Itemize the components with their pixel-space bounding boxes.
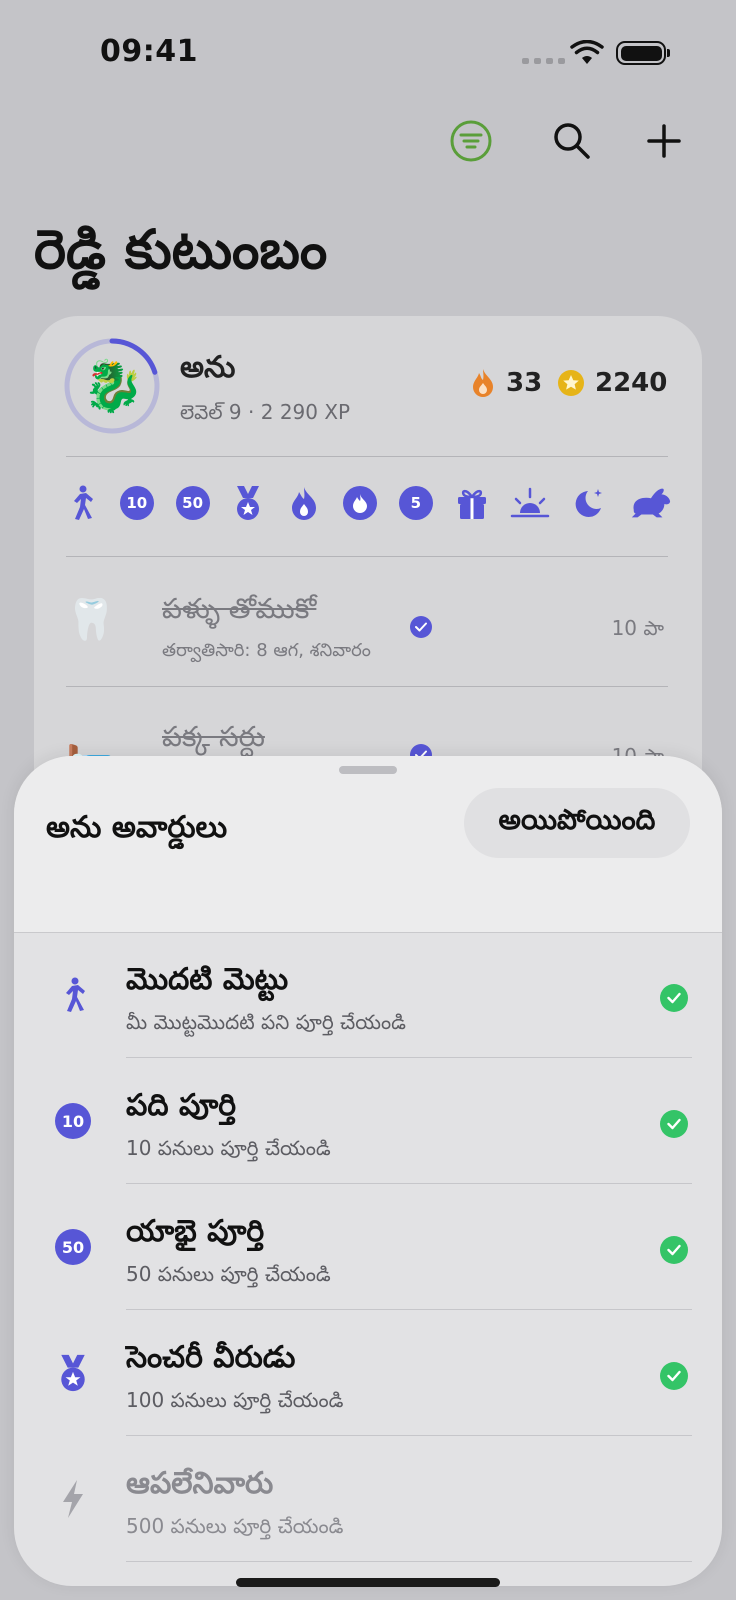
filter-icon [450,120,492,162]
avatar: 🐉 [82,357,145,415]
battery-icon [616,41,670,65]
award-description: 50 పనులు పూర్తి చేయండి [126,1262,331,1286]
sheet-grabber[interactable] [339,766,397,774]
member-name: అను [180,350,236,385]
earned-check-icon [660,1362,688,1390]
sheet-header: అను అవార్డులు అయిపోయింది [14,756,722,933]
status-time: 09:41 [100,34,198,69]
badge-10: 10 [119,486,154,520]
flame-icon [287,486,321,520]
award-name: పది పూర్తి [126,1088,237,1123]
awards-sheet: అను అవార్డులు అయిపోయింది మొదటి మెట్టు మీ… [14,756,722,1586]
sunrise-icon [510,486,550,520]
chore-points: 10 పా [611,616,664,640]
plus-icon [647,124,681,158]
walk-icon [52,974,94,1016]
earned-check-icon [660,984,688,1012]
row-separator [126,1561,692,1562]
badge-50: 50 [175,486,210,520]
earned-check-icon [660,1236,688,1264]
award-row: ఆపలేనివారు 500 పనులు పూర్తి చేయండి [14,1436,722,1562]
done-button[interactable]: అయిపోయింది [464,788,690,858]
medal-icon [52,1352,94,1394]
award-name: మొదటి మెట్టు [126,962,289,997]
bolt-icon [52,1478,94,1520]
award-row: మొదటి మెట్టు మీ మొట్టమొదటి పని పూర్తి చే… [14,932,722,1058]
earned-check-icon [660,1110,688,1138]
badge-10-icon: 10 [52,1100,94,1142]
home-indicator[interactable] [236,1578,500,1587]
award-badge-number: 10 [55,1103,91,1139]
chore-done-check[interactable] [410,616,432,638]
chore-next-date: తర్వాతిసారి: 8 ఆగ, శనివారం [162,640,371,661]
award-name: ఆపలేనివారు [126,1466,274,1501]
chore-emoji: 🦷 [66,597,116,643]
search-button[interactable] [542,111,602,171]
wifi-icon [570,40,604,64]
award-row: సెంచరీ వీరుడు 100 పనులు పూర్తి చేయండి [14,1310,722,1436]
streak-count: 33 [506,368,543,398]
gift-icon [455,486,489,520]
cellular-icon [522,58,565,64]
divider [66,686,668,687]
divider [66,456,668,457]
moon-stars-icon [572,486,606,520]
award-name: యాభై పూర్తి [126,1214,265,1249]
chore-title: పళ్ళు తోముకో [162,592,317,625]
award-row: 50 యాభై పూర్తి 50 పనులు పూర్తి చేయండి [14,1184,722,1310]
member-level: లెవెల్ 9 · 2 290 XP [180,400,351,424]
award-description: మీ మొట్టమొదటి పని పూర్తి చేయండి [126,1010,406,1034]
flame-icon [473,369,493,397]
coins-stat: 2240 [557,368,667,398]
award-description: 100 పనులు పూర్తి చేయండి [126,1388,344,1412]
status-bar: 09:41 [0,0,736,100]
streak-stat: 33 [470,368,542,398]
flame-drop-icon [342,486,377,520]
coin-star-icon [558,370,584,396]
chore-title: పక్క సర్దు [162,720,265,753]
add-button[interactable] [634,111,694,171]
badge-5: 5 [398,486,433,520]
page-title: రెడ్డి కుటుంబం [34,218,328,281]
award-row: 10 పది పూర్తి 10 పనులు పూర్తి చేయండి [14,1058,722,1184]
filter-button[interactable] [441,111,501,171]
sheet-title: అను అవార్డులు [46,810,228,845]
divider [66,556,668,557]
badge-50-icon: 50 [52,1226,94,1268]
award-description: 500 పనులు పూర్తి చేయండి [126,1514,344,1538]
badge-strip[interactable]: 10 50 5 [64,478,672,528]
medal-icon [231,486,265,520]
checkmark-icon [415,622,427,632]
award-name: సెంచరీ వీరుడు [126,1340,296,1375]
coin-count: 2240 [595,368,668,398]
award-description: 10 పనులు పూర్తి చేయండి [126,1136,331,1160]
award-badge-number: 50 [55,1229,91,1265]
chore-row[interactable]: 🦷 పళ్ళు తోముకో తర్వాతిసారి: 8 ఆగ, శనివార… [66,572,668,692]
search-icon [554,123,590,159]
hare-icon [628,486,672,520]
walk-icon [64,485,98,520]
